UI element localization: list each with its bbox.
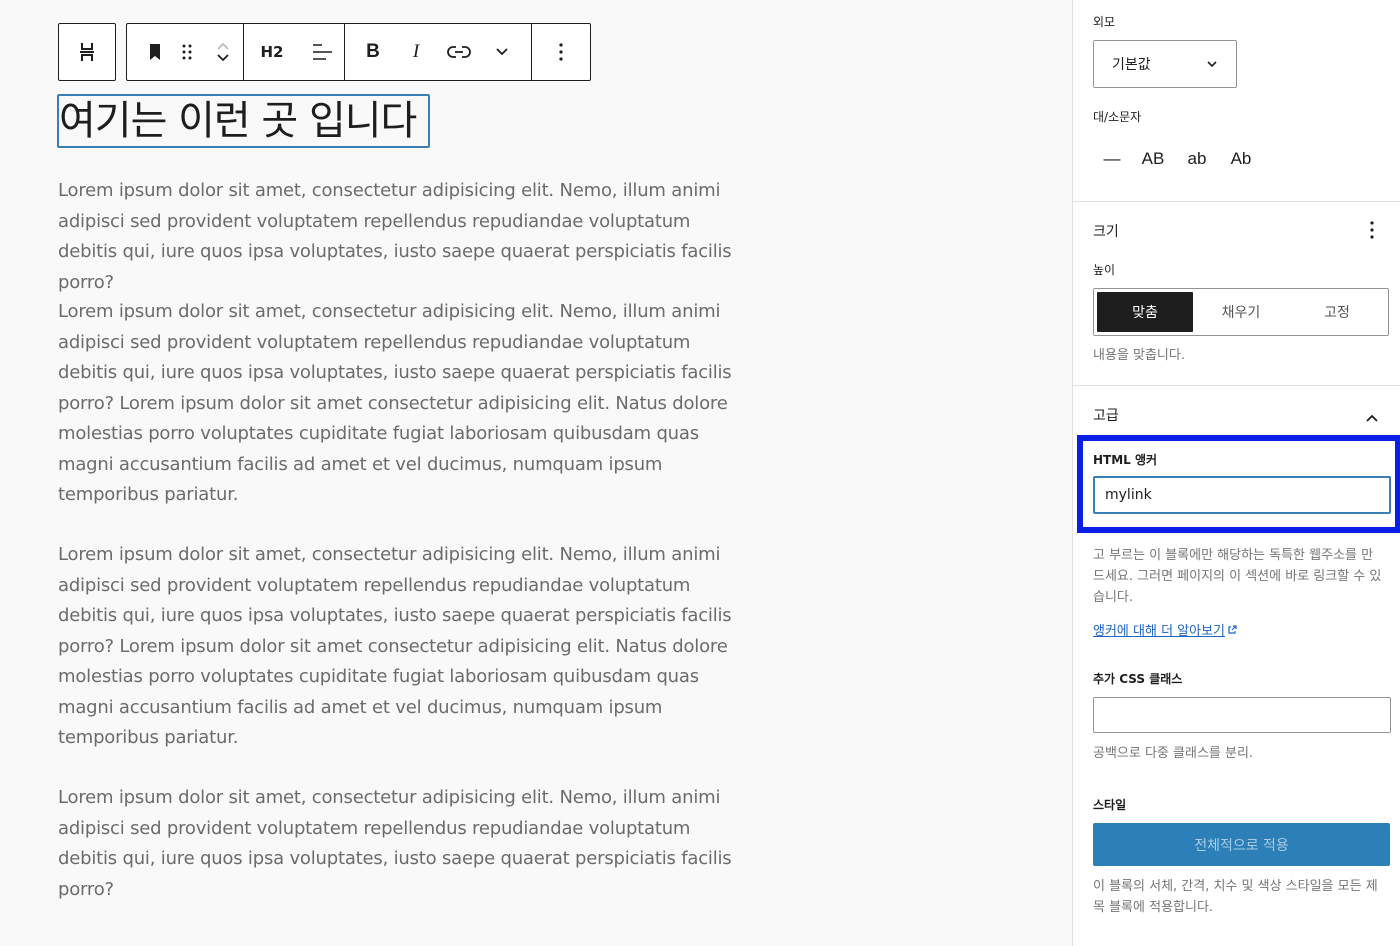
move-up-down	[203, 24, 243, 80]
case-none-button[interactable]: —	[1093, 143, 1131, 175]
advanced-panel-title[interactable]: 고급	[1093, 405, 1119, 425]
panel-divider	[1073, 201, 1400, 202]
anchor-help-text: 고 부르는 이 블록에만 해당하는 독특한 웹주소를 만드세요. 그러면 페이지…	[1093, 548, 1382, 605]
align-icon[interactable]	[300, 24, 344, 80]
html-anchor-label: HTML 앵커	[1093, 453, 1158, 467]
heading-block-icon[interactable]	[59, 24, 115, 80]
drag-handle-icon[interactable]	[171, 24, 203, 80]
options-kebab-icon[interactable]	[532, 24, 590, 80]
heading-level-button[interactable]: H2	[244, 24, 300, 80]
heading-block[interactable]: 여기는 이런 곳 입니다	[57, 94, 430, 148]
editor-canvas: H2 B I 여기는 이런 곳 입니다 Lorem ipsum dolor si…	[0, 0, 1072, 946]
block-type-group	[58, 23, 116, 81]
styles-help-text: 이 블록의 서체, 간격, 치수 및 색상 스타일을 모든 제목 블록에 적용합…	[1093, 879, 1378, 915]
apply-globally-button[interactable]: 전체적으로 적용	[1093, 823, 1390, 866]
chevron-down-icon[interactable]	[215, 52, 231, 64]
panel-divider	[1073, 385, 1400, 386]
appearance-value: 기본값	[1112, 57, 1151, 73]
block-tools-group: H2 B I	[126, 23, 591, 81]
block-toolbar: H2 B I	[58, 23, 591, 81]
css-class-label: 추가 CSS 클래스	[1093, 672, 1183, 686]
height-label: 높이	[1093, 263, 1116, 277]
letter-case-options: — AB ab Ab	[1093, 143, 1263, 175]
height-fill-button[interactable]: 채우기	[1193, 292, 1289, 332]
letter-case-label: 대/소문자	[1093, 110, 1142, 124]
paragraph-block[interactable]: Lorem ipsum dolor sit amet, consectetur …	[58, 297, 748, 511]
bold-icon[interactable]: B	[345, 24, 401, 80]
case-uppercase-button[interactable]: AB	[1131, 143, 1175, 175]
settings-sidebar: 외모 기본값 대/소문자 — AB ab Ab 크기 높이 맞춤 채우기 고정 …	[1072, 0, 1400, 946]
appearance-select[interactable]: 기본값	[1093, 40, 1237, 88]
italic-icon[interactable]: I	[401, 24, 431, 80]
size-options-kebab-icon[interactable]	[1370, 221, 1374, 243]
height-fit-button[interactable]: 맞춤	[1097, 292, 1193, 332]
link-icon[interactable]	[431, 24, 487, 80]
chevron-up-icon[interactable]	[1365, 408, 1379, 427]
paragraph-block[interactable]: Lorem ipsum dolor sit amet, consectetur …	[58, 540, 748, 754]
paragraph-block[interactable]: Lorem ipsum dolor sit amet, consectetur …	[58, 176, 748, 298]
anchor-learn-more-link[interactable]: 앵커에 대해 더 알아보기	[1093, 620, 1237, 639]
case-lowercase-button[interactable]: ab	[1175, 143, 1219, 175]
css-class-help-text: 공백으로 다중 클래스를 분리.	[1093, 746, 1254, 761]
bookmark-icon[interactable]	[139, 24, 171, 80]
appearance-label: 외모	[1093, 15, 1116, 29]
height-help-text: 내용을 맞춥니다.	[1093, 348, 1185, 363]
external-link-icon	[1228, 625, 1237, 634]
paragraph-block[interactable]: Lorem ipsum dolor sit amet, consectetur …	[58, 783, 748, 905]
chevron-down-icon	[1207, 61, 1217, 68]
css-class-input[interactable]	[1093, 697, 1391, 733]
height-segmented-control: 맞춤 채우기 고정	[1093, 288, 1389, 336]
size-panel-title: 크기	[1093, 224, 1119, 240]
anchor-learn-more-text: 앵커에 대해 더 알아보기	[1093, 624, 1225, 639]
chevron-up-icon[interactable]	[215, 40, 231, 52]
case-capitalize-button[interactable]: Ab	[1219, 143, 1263, 175]
height-fixed-button[interactable]: 고정	[1289, 292, 1385, 332]
html-anchor-input[interactable]: mylink	[1093, 476, 1391, 514]
more-formats-chevron-icon[interactable]	[487, 24, 517, 80]
styles-label: 스타일	[1093, 798, 1127, 812]
